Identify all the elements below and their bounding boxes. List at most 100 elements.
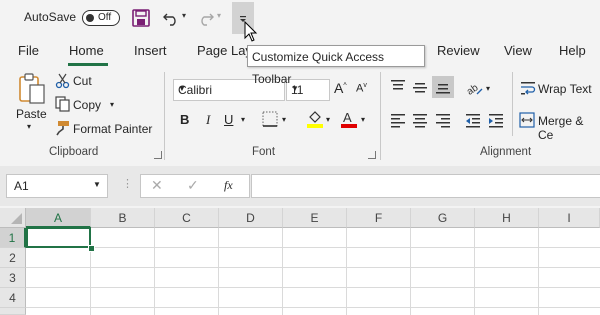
font-size-combo[interactable]: 11 ▼ [286, 79, 330, 101]
tab-review[interactable]: Review [437, 43, 480, 58]
format-painter-icon[interactable] [55, 120, 71, 136]
select-all-button[interactable] [0, 208, 26, 228]
autosave-state: Off [98, 12, 112, 23]
merge-center-icon[interactable] [519, 112, 535, 128]
row-header[interactable]: 1 [0, 228, 26, 248]
gridline [26, 287, 600, 288]
save-icon[interactable] [132, 9, 150, 27]
gridline [282, 228, 283, 315]
tab-help[interactable]: Help [559, 43, 586, 58]
middle-align-icon[interactable] [412, 79, 428, 95]
paste-dropdown-icon[interactable]: ▾ [27, 122, 31, 131]
gridline [474, 228, 475, 315]
fill-color-dropdown-icon[interactable]: ▾ [326, 115, 330, 124]
wrap-text-icon[interactable] [520, 80, 536, 96]
borders-dropdown-icon[interactable]: ▾ [282, 115, 286, 124]
name-box-dropdown-icon[interactable]: ▼ [93, 180, 101, 189]
tab-home[interactable]: Home [69, 43, 104, 58]
svg-text:A: A [343, 110, 352, 125]
decrease-indent-icon[interactable] [465, 112, 481, 128]
gridline [154, 228, 155, 315]
redo-dropdown-icon[interactable]: ▾ [217, 11, 221, 20]
copy-dropdown-icon[interactable]: ▾ [110, 100, 114, 109]
column-header[interactable]: C [155, 208, 219, 228]
merge-center-label[interactable]: Merge & Ce [538, 114, 600, 142]
tab-view[interactable]: View [504, 43, 532, 58]
row-header[interactable]: 4 [0, 288, 26, 308]
gridline [346, 228, 347, 315]
cut-label[interactable]: Cut [73, 74, 92, 88]
formula-input[interactable] [251, 174, 600, 198]
name-box[interactable]: A1 ▼ [6, 174, 108, 198]
autosave-label: AutoSave [24, 10, 77, 24]
orientation-icon[interactable]: ab [465, 80, 483, 96]
underline-dropdown-icon[interactable]: ▾ [241, 115, 245, 124]
orientation-dropdown-icon[interactable]: ▾ [486, 84, 490, 93]
row-header[interactable]: 2 [0, 248, 26, 268]
svg-text:ab: ab [465, 82, 481, 96]
redo-icon[interactable] [197, 8, 215, 26]
font-group-label: Font [252, 146, 276, 158]
alignment-group-label: Alignment [480, 146, 532, 158]
copy-label[interactable]: Copy [73, 98, 101, 112]
column-header[interactable]: A [26, 208, 91, 228]
enter-entry-icon[interactable]: ✓ [187, 177, 199, 194]
cut-icon[interactable] [55, 73, 71, 89]
font-color-icon[interactable]: A [340, 109, 358, 129]
undo-icon[interactable] [162, 8, 180, 26]
fill-handle[interactable] [88, 245, 95, 252]
gridline [26, 267, 600, 268]
decrease-font-size-icon[interactable]: Av [356, 82, 367, 95]
active-cell[interactable] [26, 227, 91, 248]
font-dialog-launcher[interactable] [368, 151, 376, 159]
fill-color-icon[interactable] [306, 109, 324, 129]
gridline [26, 307, 600, 308]
gridline [538, 228, 539, 315]
wrap-text-label[interactable]: Wrap Text [538, 82, 592, 96]
toggle-knob [86, 14, 94, 22]
column-header[interactable]: H [475, 208, 539, 228]
increase-font-size-icon[interactable]: A^ [334, 80, 347, 96]
format-painter-label[interactable]: Format Painter [73, 122, 152, 136]
column-header[interactable]: B [91, 208, 155, 228]
tab-insert[interactable]: Insert [134, 43, 167, 58]
column-header[interactable]: E [283, 208, 347, 228]
font-size-dropdown-icon[interactable]: ▼ [291, 84, 325, 93]
clipboard-group-label: Clipboard [49, 146, 99, 158]
insert-function-button[interactable]: fx [224, 178, 233, 193]
gridline [410, 228, 411, 315]
name-box-value: A1 [14, 179, 29, 193]
cancel-entry-icon[interactable]: ✕ [151, 177, 163, 194]
underline-button[interactable]: U [224, 112, 233, 127]
column-header[interactable]: F [347, 208, 411, 228]
clipboard-dialog-launcher[interactable] [154, 151, 162, 159]
bold-button[interactable]: B [180, 112, 189, 127]
font-color-dropdown-icon[interactable]: ▾ [361, 115, 365, 124]
align-center-icon[interactable] [412, 112, 428, 128]
bottom-align-button[interactable] [432, 76, 454, 98]
paste-label[interactable]: Paste [16, 107, 47, 121]
autosave-toggle[interactable]: Off [82, 10, 120, 26]
ribbon-separator [512, 72, 513, 136]
undo-dropdown-icon[interactable]: ▾ [182, 11, 186, 20]
align-left-icon[interactable] [390, 112, 406, 128]
formula-buttons: ✕ ✓ fx [140, 174, 250, 198]
column-header[interactable]: I [539, 208, 600, 228]
align-right-icon[interactable] [435, 112, 451, 128]
row-header[interactable]: 3 [0, 268, 26, 288]
tab-file[interactable]: File [18, 43, 39, 58]
tooltip: Customize Quick Access Toolbar [247, 45, 425, 86]
bottom-align-icon [436, 84, 450, 94]
paste-icon[interactable] [17, 73, 47, 105]
increase-indent-icon[interactable] [488, 112, 504, 128]
copy-icon[interactable] [55, 96, 71, 112]
borders-icon[interactable] [262, 111, 278, 127]
column-header[interactable]: G [411, 208, 475, 228]
row-header[interactable] [0, 308, 26, 315]
formula-bar-divider-icon: ⋮ [122, 178, 133, 190]
ribbon-separator [164, 72, 165, 160]
column-header[interactable]: D [219, 208, 283, 228]
top-align-icon[interactable] [390, 79, 406, 95]
italic-button[interactable]: I [206, 112, 210, 128]
ribbon-separator [380, 72, 381, 160]
